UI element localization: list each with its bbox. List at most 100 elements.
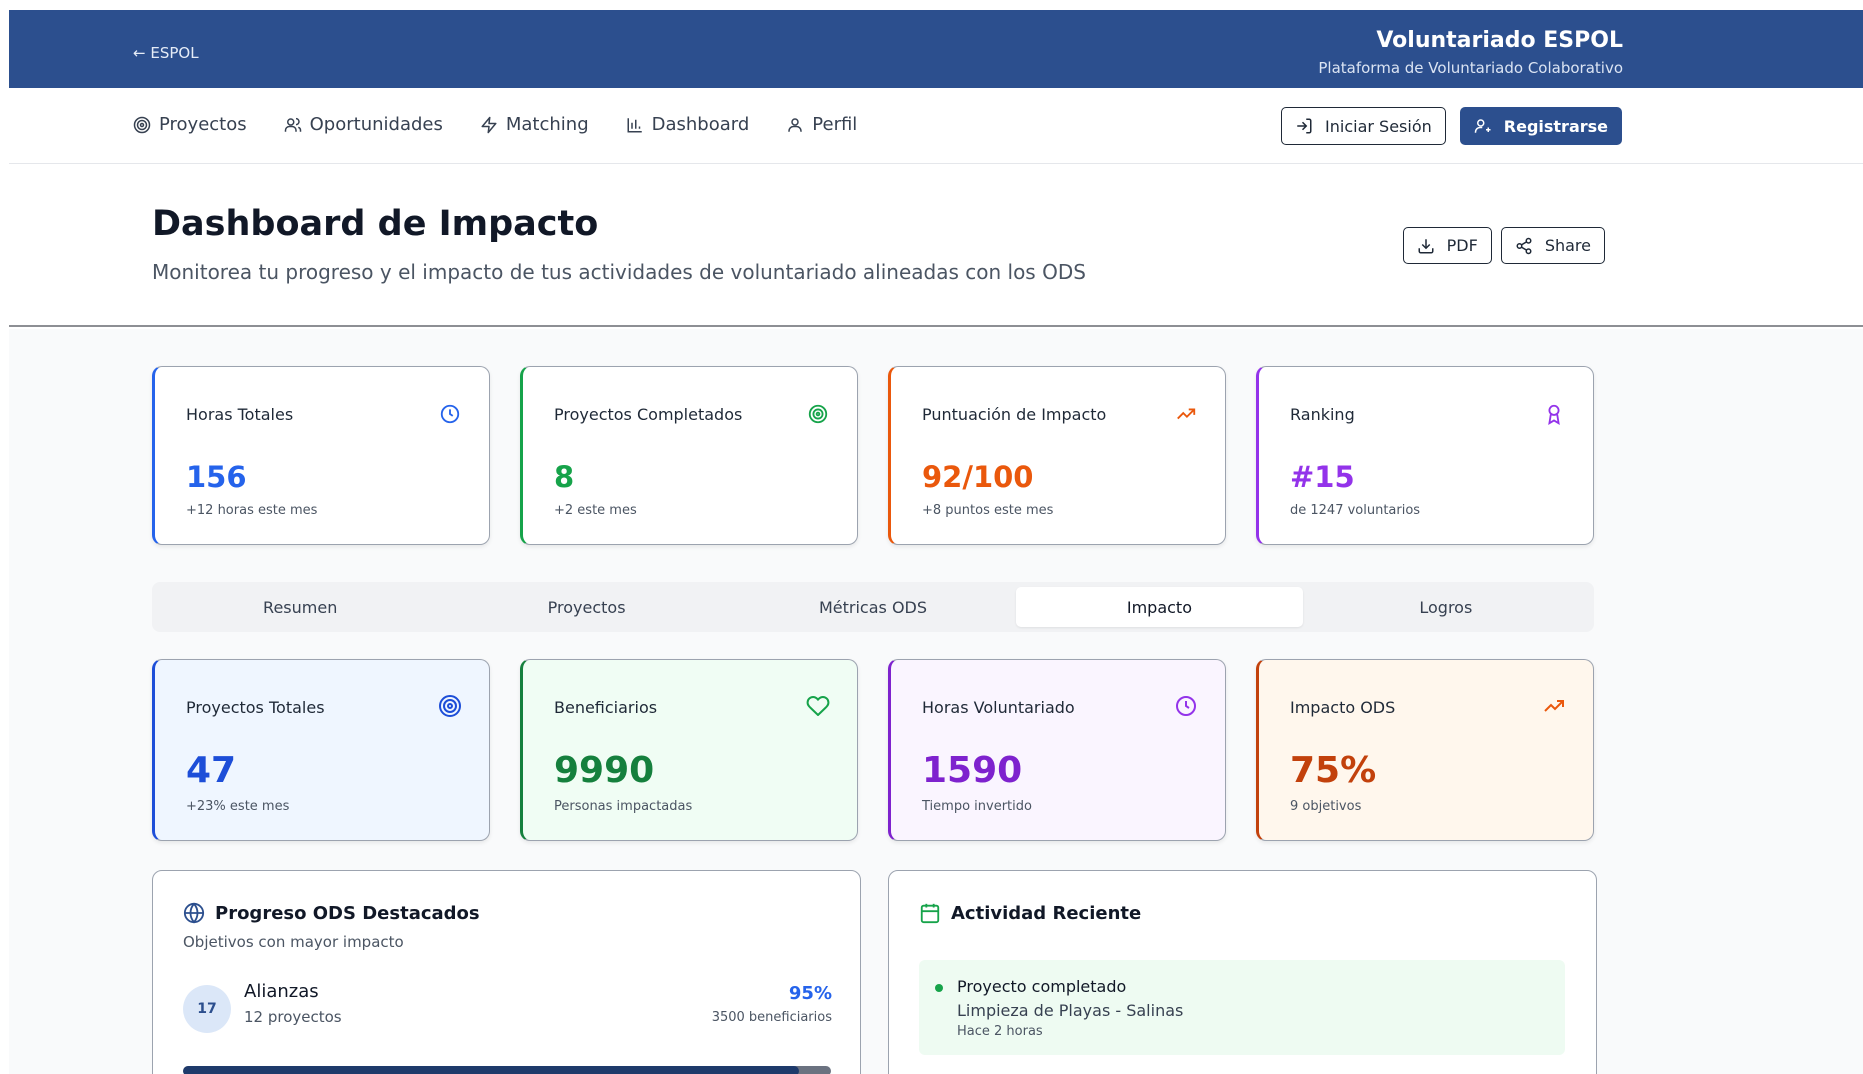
calendar-icon bbox=[920, 903, 940, 924]
award-icon bbox=[1548, 404, 1560, 425]
nav-item-oportunidades[interactable]: Oportunidades bbox=[284, 114, 443, 135]
pdf-button[interactable]: PDF bbox=[1402, 227, 1492, 264]
impact-note: Tiempo invertido bbox=[922, 799, 1032, 814]
panel-subtitle: Objetivos con mayor impacto bbox=[183, 933, 404, 951]
impact-card-beneficiarios: Beneficiarios 9990 Personas impactadas bbox=[520, 659, 858, 841]
stat-card-puntuacion: Puntuación de Impacto 92/100 +8 puntos e… bbox=[888, 366, 1226, 545]
user-icon bbox=[788, 117, 803, 132]
clock-icon bbox=[1176, 696, 1196, 716]
panel-title-text: Progreso ODS Destacados bbox=[215, 902, 480, 924]
nav-item-label: Perfil bbox=[812, 114, 858, 135]
login-label: Iniciar Sesión bbox=[1325, 116, 1432, 136]
download-icon bbox=[1418, 238, 1434, 253]
stat-value: #15 bbox=[1290, 460, 1355, 494]
impact-card-impacto-ods: Impacto ODS 75% 9 objetivos bbox=[1256, 659, 1594, 841]
stat-note: +12 horas este mes bbox=[186, 503, 318, 518]
tab-impacto[interactable]: Impacto bbox=[1016, 587, 1303, 627]
tab-resumen[interactable]: Resumen bbox=[157, 587, 443, 627]
nav-item-label: Matching bbox=[505, 114, 589, 135]
target-icon bbox=[439, 695, 461, 717]
ods-progress-bar bbox=[183, 1066, 831, 1074]
impact-card-proyectos-totales: Proyectos Totales 47 +23% este mes bbox=[152, 659, 490, 841]
heart-icon bbox=[806, 696, 830, 716]
back-link[interactable]: ← ESPOL bbox=[133, 44, 199, 62]
ods-beneficiaries: 3500 beneficiarios bbox=[711, 1010, 832, 1025]
auth-actions: Iniciar Sesión Registrarse bbox=[1281, 107, 1622, 145]
impact-label: Proyectos Totales bbox=[186, 698, 325, 717]
top-bar: ← ESPOL Voluntariado ESPOL Plataforma de… bbox=[9, 10, 1863, 88]
trending-up-icon bbox=[1544, 700, 1564, 712]
panel-title-text: Actividad Reciente bbox=[951, 902, 1142, 924]
register-button[interactable]: Registrarse bbox=[1459, 107, 1622, 145]
app-title: Voluntariado ESPOL bbox=[1376, 28, 1623, 53]
tab-logros[interactable]: Logros bbox=[1303, 587, 1589, 627]
stat-label: Horas Totales bbox=[186, 405, 294, 424]
impact-card-horas-voluntariado: Horas Voluntariado 1590 Tiempo invertido bbox=[888, 659, 1226, 841]
app-subtitle: Plataforma de Voluntariado Colaborativo bbox=[1318, 59, 1623, 77]
impact-value: 75% bbox=[1290, 750, 1377, 791]
panel-title: Progreso ODS Destacados bbox=[183, 902, 480, 924]
ods-progress-fill bbox=[183, 1066, 799, 1074]
page-title: Dashboard de Impacto bbox=[152, 204, 599, 244]
brand: Voluntariado ESPOL Plataforma de Volunta… bbox=[1318, 28, 1623, 77]
nav-items: Proyectos Oportunidades Matching Dashboa… bbox=[133, 114, 857, 135]
globe-icon bbox=[183, 902, 205, 924]
bar-chart-icon bbox=[627, 117, 642, 132]
lightning-icon bbox=[481, 116, 497, 133]
main-nav: Proyectos Oportunidades Matching Dashboa… bbox=[9, 88, 1863, 164]
user-plus-icon bbox=[1474, 119, 1491, 133]
tab-proyectos[interactable]: Proyectos bbox=[443, 587, 729, 627]
stat-label: Proyectos Completados bbox=[554, 405, 743, 424]
dashboard-tabs: Resumen Proyectos Métricas ODS Impacto L… bbox=[152, 582, 1594, 632]
nav-item-perfil[interactable]: Perfil bbox=[786, 114, 857, 135]
activity-time: Hace 2 horas bbox=[957, 1024, 1043, 1039]
stat-card-ranking: Ranking #15 de 1247 voluntarios bbox=[1256, 366, 1594, 545]
stat-card-horas: Horas Totales 156 +12 horas este mes bbox=[152, 366, 490, 545]
impact-value: 47 bbox=[186, 750, 237, 791]
stat-note: +2 este mes bbox=[554, 503, 637, 518]
share-icon bbox=[1516, 237, 1532, 254]
nav-item-dashboard[interactable]: Dashboard bbox=[626, 114, 750, 135]
users-icon bbox=[284, 117, 301, 132]
activity-type: Proyecto completado bbox=[957, 977, 1127, 996]
stat-value: 8 bbox=[554, 460, 575, 494]
impact-label: Impacto ODS bbox=[1290, 698, 1396, 717]
impact-note: 9 objetivos bbox=[1290, 799, 1362, 814]
ods-projects: 12 proyectos bbox=[244, 1008, 342, 1026]
nav-item-matching[interactable]: Matching bbox=[480, 114, 589, 135]
stat-card-proyectos: Proyectos Completados 8 +2 este mes bbox=[520, 366, 858, 545]
nav-item-label: Oportunidades bbox=[309, 114, 443, 135]
target-icon bbox=[133, 116, 151, 133]
stat-note: +8 puntos este mes bbox=[922, 503, 1054, 518]
stat-label: Puntuación de Impacto bbox=[922, 405, 1107, 424]
export-actions: PDF Share bbox=[1402, 227, 1605, 264]
recent-activity-panel: Actividad Reciente Proyecto completado L… bbox=[888, 870, 1597, 1074]
ods-progress-panel: Progreso ODS Destacados Objetivos con ma… bbox=[152, 870, 861, 1074]
nav-item-label: Proyectos bbox=[159, 114, 247, 135]
pdf-label: PDF bbox=[1446, 236, 1478, 255]
stat-value: 92/100 bbox=[922, 460, 1034, 494]
target-icon bbox=[808, 404, 828, 424]
activity-item[interactable]: Proyecto completado Limpieza de Playas -… bbox=[919, 960, 1565, 1055]
stat-label: Ranking bbox=[1290, 405, 1355, 424]
stat-value: 156 bbox=[186, 460, 247, 494]
share-button[interactable]: Share bbox=[1500, 227, 1605, 264]
login-icon bbox=[1297, 118, 1312, 134]
activity-detail: Limpieza de Playas - Salinas bbox=[957, 1001, 1184, 1020]
share-label: Share bbox=[1544, 236, 1591, 255]
impact-note: Personas impactadas bbox=[554, 799, 693, 814]
tab-metricas-ods[interactable]: Métricas ODS bbox=[730, 587, 1016, 627]
ods-number-badge: 17 bbox=[183, 985, 231, 1033]
page-subtitle: Monitorea tu progreso y el impacto de tu… bbox=[152, 260, 1086, 284]
stat-note: de 1247 voluntarios bbox=[1290, 503, 1421, 518]
login-button[interactable]: Iniciar Sesión bbox=[1281, 107, 1446, 145]
nav-item-label: Dashboard bbox=[651, 114, 750, 135]
nav-item-proyectos[interactable]: Proyectos bbox=[133, 114, 247, 135]
ods-percent: 95% bbox=[788, 983, 832, 1004]
dashboard-content: Horas Totales 156 +12 horas este mes Pro… bbox=[9, 329, 1863, 1074]
impact-note: +23% este mes bbox=[186, 799, 290, 814]
impact-label: Beneficiarios bbox=[554, 698, 658, 717]
register-label: Registrarse bbox=[1503, 116, 1608, 136]
impact-value: 1590 bbox=[922, 750, 1023, 791]
impact-label: Horas Voluntariado bbox=[922, 698, 1075, 717]
